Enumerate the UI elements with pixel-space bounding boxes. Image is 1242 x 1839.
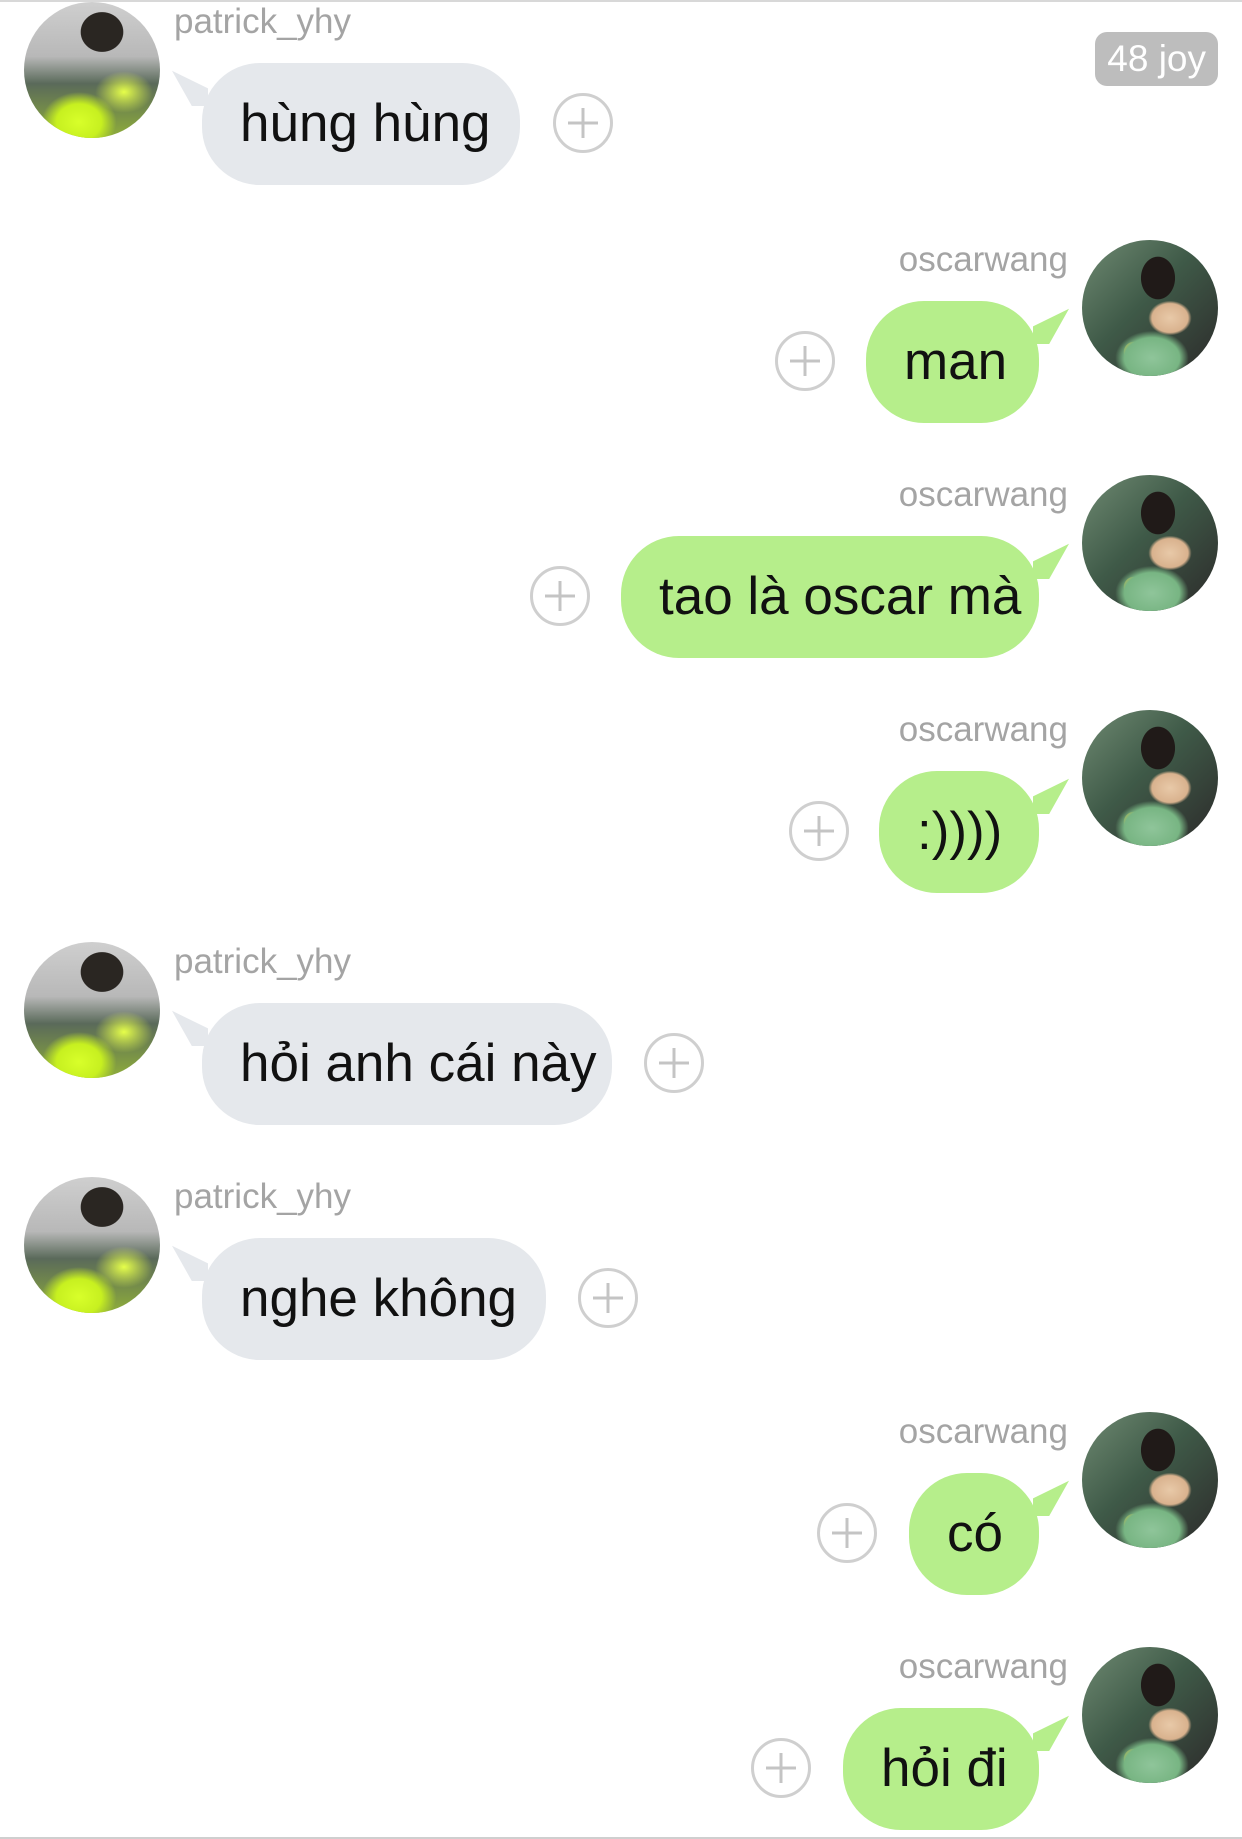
avatar[interactable]: [1082, 1647, 1218, 1783]
avatar-image: [24, 1177, 160, 1313]
add-reaction-button[interactable]: [789, 801, 849, 861]
message-bubble[interactable]: hỏi anh cái này: [202, 1003, 612, 1125]
message-bubble[interactable]: hỏi đi: [843, 1708, 1039, 1830]
bubble-tail: [172, 1010, 208, 1046]
bubble-tail: [1033, 778, 1069, 814]
add-reaction-button[interactable]: [578, 1268, 638, 1328]
chat-message: oscarwang man: [0, 240, 1242, 430]
avatar-image: [1082, 710, 1218, 846]
sender-name: patrick_yhy: [174, 942, 352, 981]
chat-message: patrick_yhy hùng hùng: [0, 2, 1242, 192]
chat-message: oscarwang hỏi đi: [0, 1647, 1242, 1837]
sender-name: oscarwang: [898, 1647, 1068, 1686]
message-bubble[interactable]: :)))): [879, 771, 1039, 893]
chat-message: oscarwang :)))): [0, 710, 1242, 900]
avatar[interactable]: [24, 942, 160, 1078]
avatar[interactable]: [1082, 1412, 1218, 1548]
plus-icon: [832, 1518, 862, 1548]
add-reaction-button[interactable]: [553, 93, 613, 153]
plus-icon: [568, 108, 598, 138]
add-reaction-button[interactable]: [530, 566, 590, 626]
avatar[interactable]: [1082, 710, 1218, 846]
plus-icon: [545, 581, 575, 611]
bubble-tail: [1033, 1715, 1069, 1751]
message-bubble[interactable]: tao là oscar mà: [621, 536, 1039, 658]
avatar-image: [1082, 475, 1218, 611]
avatar[interactable]: [24, 2, 160, 138]
bubble-tail: [1033, 543, 1069, 579]
bubble-tail: [172, 70, 208, 106]
avatar-image: [24, 2, 160, 138]
sender-name: patrick_yhy: [174, 1177, 352, 1216]
add-reaction-button[interactable]: [644, 1033, 704, 1093]
avatar-image: [1082, 1647, 1218, 1783]
plus-icon: [790, 346, 820, 376]
message-bubble[interactable]: nghe không: [202, 1238, 546, 1360]
plus-icon: [659, 1048, 689, 1078]
bubble-tail: [1033, 308, 1069, 344]
avatar-image: [1082, 240, 1218, 376]
plus-icon: [593, 1283, 623, 1313]
sender-name: patrick_yhy: [174, 2, 352, 41]
plus-icon: [766, 1753, 796, 1783]
chat-message: patrick_yhy nghe không: [0, 1177, 1242, 1367]
sender-name: oscarwang: [898, 240, 1068, 279]
sender-name: oscarwang: [898, 1412, 1068, 1451]
chat-message: oscarwang tao là oscar mà: [0, 475, 1242, 665]
avatar[interactable]: [24, 1177, 160, 1313]
avatar-image: [1082, 1412, 1218, 1548]
sender-name: oscarwang: [898, 475, 1068, 514]
message-bubble[interactable]: hùng hùng: [202, 63, 520, 185]
avatar[interactable]: [1082, 240, 1218, 376]
message-bubble[interactable]: man: [866, 301, 1039, 423]
message-bubble[interactable]: có: [909, 1473, 1039, 1595]
add-reaction-button[interactable]: [751, 1738, 811, 1798]
add-reaction-button[interactable]: [775, 331, 835, 391]
add-reaction-button[interactable]: [817, 1503, 877, 1563]
bubble-tail: [172, 1245, 208, 1281]
avatar[interactable]: [1082, 475, 1218, 611]
chat-message: oscarwang có: [0, 1412, 1242, 1602]
bubble-tail: [1033, 1480, 1069, 1516]
chat-message: patrick_yhy hỏi anh cái này: [0, 942, 1242, 1132]
avatar-image: [24, 942, 160, 1078]
plus-icon: [804, 816, 834, 846]
sender-name: oscarwang: [898, 710, 1068, 749]
